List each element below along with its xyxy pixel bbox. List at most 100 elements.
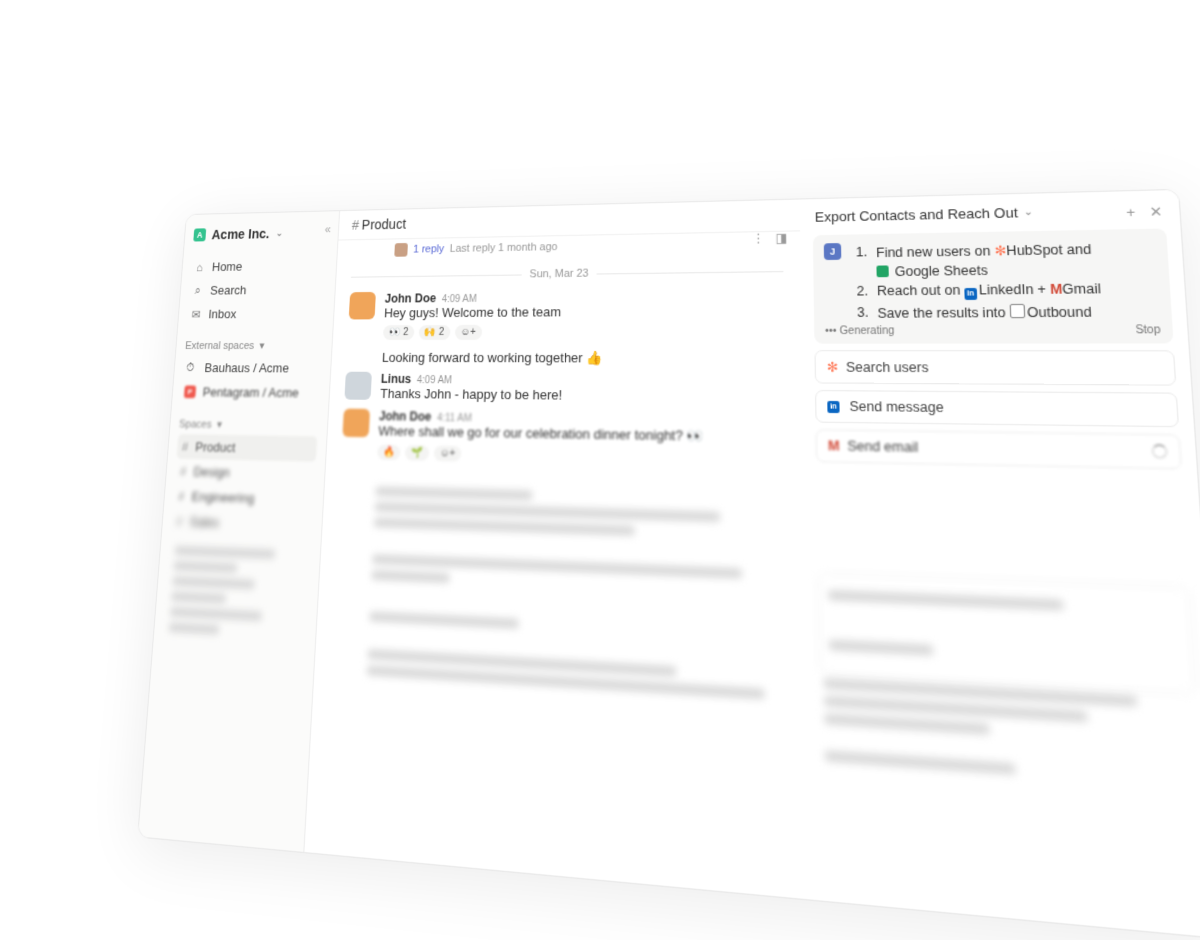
tool-step-search-users[interactable]: ✻ Search users [814, 350, 1176, 386]
message-text: Hey guys! Welcome to the team [384, 304, 561, 320]
step-text: Find new users on ✻HubSpot and [876, 241, 1092, 261]
message-continuation: Looking forward to working together 👍 [331, 344, 801, 370]
last-reply-text: Last reply 1 month ago [450, 241, 558, 255]
outbound-label: Outbound [1027, 305, 1092, 321]
nav-home-label: Home [211, 259, 242, 274]
reply-count-link[interactable]: 1 reply [413, 243, 444, 255]
user-badge: J [824, 243, 842, 260]
add-reaction-icon[interactable]: ☺+ [434, 446, 462, 462]
collapse-sidebar-icon[interactable]: « [325, 223, 332, 236]
google-sheets-label: Google Sheets [895, 263, 988, 279]
clock-icon: ⏱ [186, 360, 198, 374]
gmail-icon: M [1050, 282, 1063, 297]
gmail-label: Gmail [1062, 281, 1101, 297]
external-space-label: Bauhaus / Acme [204, 360, 289, 375]
avatar [394, 243, 408, 257]
external-space-pentagram[interactable]: P Pentagram / Acme [181, 380, 321, 406]
status-text: ••• Generating [825, 325, 895, 337]
document-icon [1009, 304, 1025, 318]
close-icon[interactable]: ✕ [1149, 203, 1163, 221]
hash-icon: # [176, 514, 184, 529]
step-text: Save the results into Outbound [877, 303, 1092, 321]
avatar[interactable] [342, 409, 370, 438]
message-author[interactable]: John Doe [379, 409, 432, 424]
channel-label: Sales [189, 514, 219, 530]
avatar[interactable] [349, 292, 376, 320]
task-card: J 1. Find new users on ✻HubSpot and Goog… [813, 228, 1174, 343]
plus-icon[interactable]: + [1126, 204, 1136, 222]
linkedin-icon: in [964, 288, 977, 300]
more-options-icon[interactable]: ⋮ [752, 231, 765, 246]
tool-step-label: Send message [849, 399, 944, 415]
hash-icon: # [179, 464, 187, 479]
caret-down-icon: ▾ [259, 339, 265, 352]
nav-search[interactable]: ⌕ Search [189, 277, 327, 302]
dots-icon: ••• [825, 325, 837, 337]
reaction-pill[interactable]: 🌱 [405, 445, 429, 461]
step-text-part: Save the results into [877, 305, 1006, 321]
message-author[interactable]: Linus [381, 372, 412, 386]
blurred-panel-text [823, 671, 1198, 795]
step-item: 3. Save the results into Outbound [853, 303, 1160, 321]
external-space-label: Pentagram / Acme [202, 385, 299, 401]
external-spaces-label: External spaces [185, 340, 255, 352]
spaces-header[interactable]: Spaces ▾ [179, 417, 319, 432]
gmail-icon: M [828, 438, 840, 454]
message-author[interactable]: John Doe [385, 291, 437, 305]
step-number: 2. [853, 284, 869, 301]
agent-panel: Export Contacts and Reach Out ⌄ + ✕ J 1.… [800, 190, 1200, 939]
avatar[interactable] [344, 372, 372, 400]
nav-inbox[interactable]: ✉ Inbox [187, 301, 325, 326]
reaction-bar: 👀 2 🙌 2 ☺+ [383, 324, 561, 340]
step-text: Google Sheets [876, 263, 988, 279]
message[interactable]: Linus 4:09 AM Thanks John - happy to be … [329, 368, 802, 410]
linkedin-label: LinkedIn [979, 282, 1034, 298]
reaction-bar: 🔥 🌱 ☺+ [377, 445, 704, 467]
channel-label: Design [193, 464, 230, 480]
nav-search-label: Search [210, 283, 247, 298]
reaction-pill[interactable]: 👀 2 [383, 325, 414, 340]
channel-product[interactable]: # Product [177, 434, 318, 462]
tool-step-send-email[interactable]: M Send email [816, 429, 1182, 469]
toggle-panel-icon[interactable]: ◨ [775, 231, 787, 246]
channel-title: Product [361, 216, 406, 232]
channel-label: Product [195, 439, 236, 455]
workspace-switcher[interactable]: A Acme Inc. ⌄ [193, 221, 330, 246]
panel-header[interactable]: Export Contacts and Reach Out ⌄ [800, 190, 1181, 231]
pentagram-logo: P [184, 385, 196, 398]
nav-inbox-label: Inbox [208, 307, 237, 321]
home-icon: ⌂ [193, 260, 205, 273]
chevron-down-icon[interactable]: ⌄ [1023, 206, 1033, 218]
step-item-continued: Google Sheets [852, 261, 1157, 280]
workspace-logo: A [193, 228, 206, 241]
nav-home[interactable]: ⌂ Home [190, 253, 327, 279]
caret-down-icon: ▾ [217, 418, 223, 431]
hubspot-icon: ✻ [827, 359, 839, 375]
reaction-pill[interactable]: 🙌 2 [418, 325, 450, 340]
add-reaction-icon[interactable]: ☺+ [454, 325, 482, 340]
message[interactable]: John Doe 4:09 AM Hey guys! Welcome to th… [333, 283, 802, 344]
channel-label: Engineering [191, 489, 255, 506]
panel-tools: + ✕ [1126, 203, 1163, 221]
reaction-pill[interactable]: 🔥 [377, 445, 401, 461]
channel-tools: ⋮ ◨ [752, 231, 787, 246]
tool-step-send-message[interactable]: in Send message [815, 390, 1179, 427]
external-space-bauhaus[interactable]: ⏱ Bauhaus / Acme [183, 356, 322, 381]
main-nav: ⌂ Home ⌕ Search ✉ Inbox [187, 253, 328, 326]
loading-spinner-icon [1152, 444, 1168, 458]
external-spaces-header[interactable]: External spaces ▾ [185, 339, 323, 352]
stop-button[interactable]: Stop [1135, 324, 1161, 336]
channel-design[interactable]: # Design [175, 459, 316, 487]
tool-step-label: Send email [847, 438, 918, 455]
task-steps: 1. Find new users on ✻HubSpot and Google… [852, 240, 1160, 321]
google-sheets-icon [876, 265, 888, 277]
date-divider-label: Sun, Mar 23 [522, 267, 597, 280]
step-text-part: Reach out on [877, 283, 961, 299]
workspace-name: Acme Inc. [211, 226, 270, 242]
message[interactable]: John Doe 4:11 AM Where shall we go for o… [326, 404, 803, 473]
inbox-icon: ✉ [190, 307, 202, 320]
step-number: 1. [852, 245, 868, 261]
message-time: 4:11 AM [437, 413, 472, 425]
linkedin-icon: in [827, 400, 839, 412]
hubspot-label: HubSpot and [1006, 242, 1092, 259]
